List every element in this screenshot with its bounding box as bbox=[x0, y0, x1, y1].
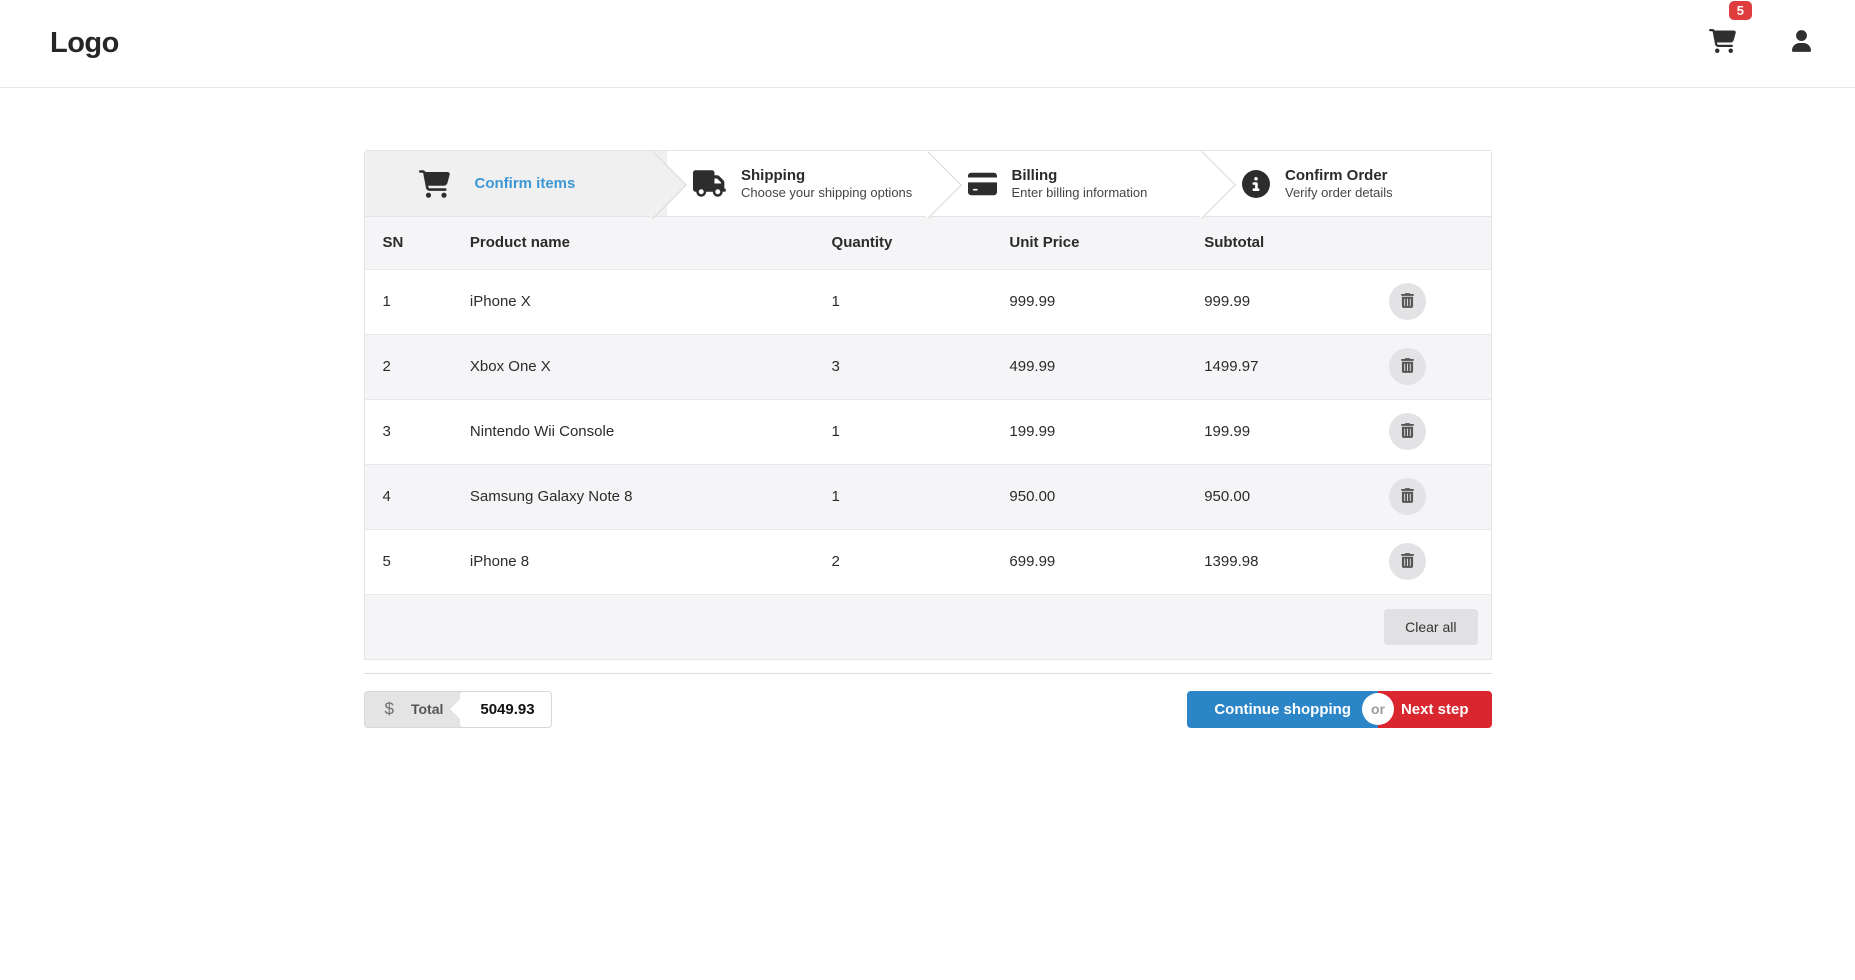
trash-icon bbox=[1401, 293, 1414, 311]
step-title: Confirm items bbox=[475, 175, 576, 192]
cell-actions bbox=[1371, 399, 1491, 464]
cell-product: iPhone X bbox=[452, 269, 814, 334]
credit-card-icon bbox=[968, 171, 997, 197]
step-confirm-order[interactable]: Confirm Order Verify order details bbox=[1216, 150, 1491, 217]
action-buttons: Continue shopping or Next step bbox=[1187, 691, 1491, 728]
cell-actions bbox=[1371, 334, 1491, 399]
col-header-unit-price: Unit Price bbox=[991, 217, 1186, 269]
table-row: 3 Nintendo Wii Console 1 199.99 199.99 bbox=[364, 399, 1491, 464]
cell-product: iPhone 8 bbox=[452, 529, 814, 594]
checkout-container: Confirm items Shipping Choose your shipp… bbox=[364, 150, 1492, 728]
cell-unit-price: 950.00 bbox=[991, 464, 1186, 529]
cell-quantity: 1 bbox=[814, 464, 992, 529]
clear-all-button[interactable]: Clear all bbox=[1384, 609, 1477, 645]
trash-icon bbox=[1401, 358, 1414, 376]
cell-actions bbox=[1371, 269, 1491, 334]
truck-icon bbox=[693, 170, 726, 197]
footer-cell: Clear all bbox=[364, 594, 1491, 659]
delete-item-button[interactable] bbox=[1389, 413, 1426, 450]
step-title: Billing bbox=[1012, 166, 1148, 185]
step-subtitle: Verify order details bbox=[1285, 185, 1393, 201]
step-billing[interactable]: Billing Enter billing information bbox=[942, 150, 1217, 217]
step-text: Confirm Order Verify order details bbox=[1285, 166, 1393, 201]
step-subtitle: Choose your shipping options bbox=[741, 185, 912, 201]
logo[interactable]: Logo bbox=[50, 27, 119, 60]
bottom-bar: $ Total 5049.93 Continue shopping or Nex… bbox=[364, 691, 1492, 728]
cart-icon bbox=[1709, 29, 1736, 58]
cell-product: Xbox One X bbox=[452, 334, 814, 399]
cell-sn: 4 bbox=[364, 464, 452, 529]
trash-icon bbox=[1401, 423, 1414, 441]
account-button[interactable] bbox=[1792, 30, 1811, 57]
trash-icon bbox=[1401, 488, 1414, 506]
cart-count-badge: 5 bbox=[1729, 1, 1752, 20]
cell-unit-price: 499.99 bbox=[991, 334, 1186, 399]
step-title: Confirm Order bbox=[1285, 166, 1393, 185]
cell-actions bbox=[1371, 529, 1491, 594]
header-icons: 5 bbox=[1709, 29, 1811, 58]
cell-sn: 5 bbox=[364, 529, 452, 594]
cart-button[interactable]: 5 bbox=[1709, 29, 1736, 58]
table-row: 2 Xbox One X 3 499.99 1499.97 bbox=[364, 334, 1491, 399]
cell-unit-price: 699.99 bbox=[991, 529, 1186, 594]
or-separator: or bbox=[1363, 694, 1393, 724]
header: Logo 5 bbox=[0, 0, 1855, 88]
step-confirm-items[interactable]: Confirm items bbox=[365, 150, 668, 217]
cart-table: SN Product name Quantity Unit Price Subt… bbox=[364, 217, 1492, 660]
col-header-sn: SN bbox=[364, 217, 452, 269]
col-header-quantity: Quantity bbox=[814, 217, 992, 269]
cell-quantity: 3 bbox=[814, 334, 992, 399]
cell-subtotal: 1399.98 bbox=[1186, 529, 1371, 594]
cell-subtotal: 950.00 bbox=[1186, 464, 1371, 529]
cell-unit-price: 199.99 bbox=[991, 399, 1186, 464]
cell-sn: 2 bbox=[364, 334, 452, 399]
col-header-actions bbox=[1371, 217, 1491, 269]
table-row: 5 iPhone 8 2 699.99 1399.98 bbox=[364, 529, 1491, 594]
cell-product: Nintendo Wii Console bbox=[452, 399, 814, 464]
step-subtitle: Enter billing information bbox=[1012, 185, 1148, 201]
trash-icon bbox=[1401, 553, 1414, 571]
cell-subtotal: 999.99 bbox=[1186, 269, 1371, 334]
cell-actions bbox=[1371, 464, 1491, 529]
info-icon bbox=[1242, 170, 1270, 198]
cart-icon bbox=[419, 170, 450, 198]
checkout-steps: Confirm items Shipping Choose your shipp… bbox=[364, 150, 1492, 217]
step-shipping[interactable]: Shipping Choose your shipping options bbox=[667, 150, 942, 217]
user-icon bbox=[1792, 30, 1811, 57]
col-header-product: Product name bbox=[452, 217, 814, 269]
step-title: Shipping bbox=[741, 166, 912, 185]
cell-sn: 3 bbox=[364, 399, 452, 464]
total-value: 5049.93 bbox=[480, 701, 534, 718]
cell-quantity: 1 bbox=[814, 399, 992, 464]
delete-item-button[interactable] bbox=[1389, 478, 1426, 515]
total-value-wrap: 5049.93 bbox=[460, 692, 550, 727]
col-header-subtotal: Subtotal bbox=[1186, 217, 1371, 269]
cell-quantity: 1 bbox=[814, 269, 992, 334]
delete-item-button[interactable] bbox=[1389, 543, 1426, 580]
cell-product: Samsung Galaxy Note 8 bbox=[452, 464, 814, 529]
total-widget: $ Total 5049.93 bbox=[364, 691, 552, 728]
cell-unit-price: 999.99 bbox=[991, 269, 1186, 334]
table-row: 4 Samsung Galaxy Note 8 1 950.00 950.00 bbox=[364, 464, 1491, 529]
delete-item-button[interactable] bbox=[1389, 283, 1426, 320]
dollar-icon: $ bbox=[385, 699, 394, 719]
cell-sn: 1 bbox=[364, 269, 452, 334]
table-footer-row: Clear all bbox=[364, 594, 1491, 659]
total-label: Total bbox=[411, 701, 443, 717]
continue-shopping-button[interactable]: Continue shopping bbox=[1187, 691, 1378, 728]
table-header-row: SN Product name Quantity Unit Price Subt… bbox=[364, 217, 1491, 269]
cell-subtotal: 1499.97 bbox=[1186, 334, 1371, 399]
cell-subtotal: 199.99 bbox=[1186, 399, 1371, 464]
total-left: $ Total bbox=[365, 692, 461, 727]
divider bbox=[364, 673, 1492, 674]
table-row: 1 iPhone X 1 999.99 999.99 bbox=[364, 269, 1491, 334]
next-step-button[interactable]: Next step bbox=[1378, 691, 1492, 728]
cell-quantity: 2 bbox=[814, 529, 992, 594]
step-text: Billing Enter billing information bbox=[1012, 166, 1148, 201]
step-text: Shipping Choose your shipping options bbox=[741, 166, 912, 201]
delete-item-button[interactable] bbox=[1389, 348, 1426, 385]
